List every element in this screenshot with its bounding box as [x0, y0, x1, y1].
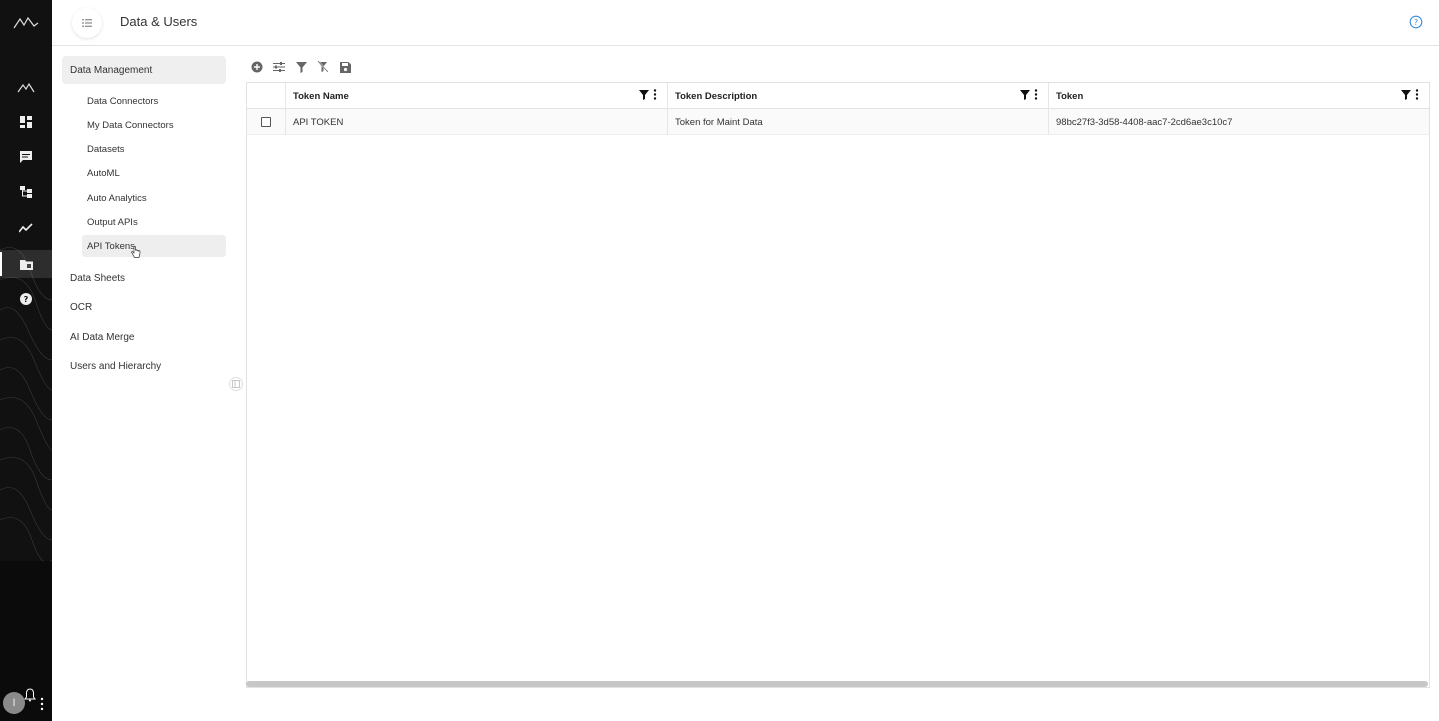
logo-icon[interactable] [12, 14, 40, 32]
chat-icon[interactable] [0, 143, 52, 171]
column-filter-icon[interactable] [639, 89, 649, 100]
column-menu-icon[interactable] [1415, 89, 1419, 100]
folder-icon[interactable] [0, 250, 52, 278]
add-icon[interactable] [250, 60, 264, 74]
nav-section-label: OCR [70, 301, 93, 313]
svg-text:?: ? [1414, 18, 1418, 27]
nav-section-data-sheets[interactable]: Data Sheets [62, 264, 226, 292]
trend-icon[interactable] [0, 214, 52, 242]
dashboard-icon[interactable] [0, 108, 52, 136]
nav-section-users-and-hierarchy[interactable]: Users and Hierarchy [62, 352, 226, 380]
header-checkbox-cell [247, 83, 286, 109]
nav-section-label: Users and Hierarchy [70, 360, 162, 372]
app-rail: ? I [0, 0, 52, 721]
column-menu-icon[interactable] [653, 89, 657, 100]
nav-item-auto-analytics[interactable]: Auto Analytics [82, 187, 226, 209]
svg-text:?: ? [24, 295, 29, 304]
page-title: Data & Users [120, 14, 198, 29]
nav-item-label: Datasets [87, 143, 125, 155]
nav-section-label: Data Sheets [70, 272, 126, 284]
column-header-token-description[interactable]: Token Description [668, 83, 1049, 109]
nav-section-data-management[interactable]: Data Management [62, 56, 226, 84]
mountains-icon[interactable] [0, 74, 52, 102]
top-bar: Data & Users ? [52, 0, 1439, 46]
grid-header-row: Token Name Token Description Token [247, 83, 1429, 109]
grid-toolbar [250, 59, 352, 75]
collapse-panel-button[interactable] [229, 377, 243, 391]
avatar-letter: I [12, 697, 16, 709]
help-icon[interactable]: ? [0, 285, 52, 313]
bell-icon[interactable] [24, 688, 36, 702]
nav-item-label: AutoML [87, 167, 120, 179]
column-header-token-name[interactable]: Token Name [286, 83, 668, 109]
nav-item-datasets[interactable]: Datasets [82, 138, 226, 160]
nav-section-label: AI Data Merge [70, 331, 135, 343]
row-checkbox[interactable] [261, 117, 271, 127]
nav-item-label: Data Connectors [87, 95, 159, 107]
nav-section-label: Data Management [70, 64, 153, 76]
save-icon[interactable] [338, 60, 352, 74]
column-filter-icon[interactable] [1020, 89, 1030, 100]
column-filter-icon[interactable] [1401, 89, 1411, 100]
cell-token-name[interactable]: API TOKEN [286, 109, 668, 135]
help-circle-icon[interactable]: ? [1409, 15, 1423, 29]
clear-filter-icon[interactable] [316, 60, 330, 74]
menu-toggle-button[interactable] [72, 8, 102, 38]
secondary-nav: Data Management Data Connectors My Data … [52, 46, 244, 721]
column-header-label: Token Description [675, 90, 758, 102]
column-header-label: Token [1056, 90, 1084, 102]
nav-item-my-data-connectors[interactable]: My Data Connectors [82, 114, 226, 136]
nav-item-label: API Tokens [87, 240, 135, 252]
column-header-token[interactable]: Token [1049, 83, 1429, 109]
list-icon [82, 19, 92, 27]
hierarchy-icon[interactable] [0, 178, 52, 206]
nav-item-api-tokens[interactable]: API Tokens [82, 235, 226, 257]
nav-item-automl[interactable]: AutoML [82, 162, 226, 184]
table-row[interactable]: API TOKEN Token for Maint Data 98bc27f3-… [247, 109, 1429, 135]
tokens-grid: Token Name Token Description Token API T… [246, 82, 1430, 688]
columns-icon[interactable] [272, 60, 286, 74]
nav-item-label: Auto Analytics [87, 192, 147, 204]
hand-cursor-icon [131, 246, 141, 258]
row-checkbox-cell [247, 109, 286, 135]
avatar[interactable]: I [3, 692, 25, 714]
nav-item-label: My Data Connectors [87, 119, 174, 131]
collapse-icon [232, 380, 240, 388]
column-header-label: Token Name [293, 90, 349, 102]
column-menu-icon[interactable] [1034, 89, 1038, 100]
nav-item-data-connectors[interactable]: Data Connectors [82, 90, 226, 112]
nav-section-ai-data-merge[interactable]: AI Data Merge [62, 323, 226, 351]
nav-item-output-apis[interactable]: Output APIs [82, 211, 226, 233]
nav-item-label: Output APIs [87, 216, 138, 228]
cell-token-description[interactable]: Token for Maint Data [668, 109, 1049, 135]
cell-token[interactable]: 98bc27f3-3d58-4408-aac7-2cd6ae3c10c7 [1049, 109, 1429, 135]
horizontal-scrollbar[interactable] [246, 681, 1428, 687]
more-vertical-icon[interactable] [38, 697, 46, 711]
filter-icon[interactable] [294, 60, 308, 74]
nav-section-ocr[interactable]: OCR [62, 293, 226, 321]
